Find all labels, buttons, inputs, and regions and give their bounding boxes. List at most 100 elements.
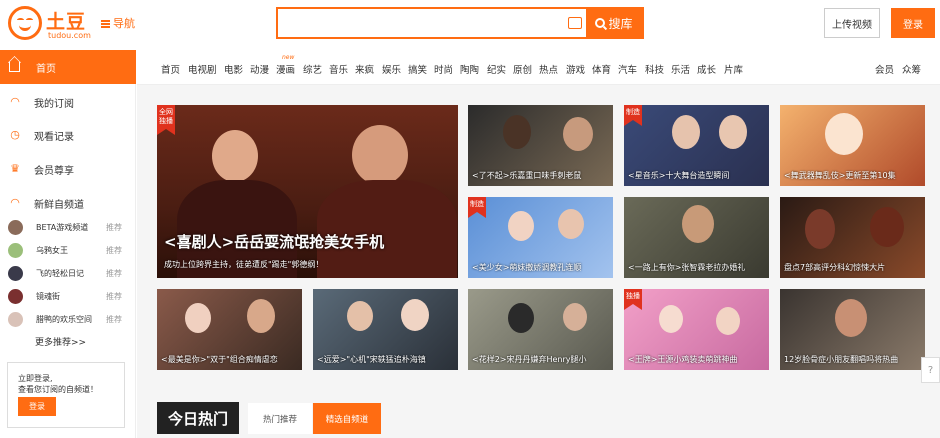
upload-image-search-icon[interactable] bbox=[568, 17, 582, 29]
video-tile[interactable]: <花样2>宋丹丹嫌弃Henry腿小 bbox=[468, 289, 613, 370]
member-link[interactable]: 会员 bbox=[875, 62, 894, 76]
channel-item[interactable]: 乌鸦女王 推荐 bbox=[0, 241, 136, 259]
tudou-logo[interactable]: 土豆 tudou.com bbox=[8, 4, 98, 44]
category-link[interactable]: 音乐 bbox=[329, 62, 348, 76]
category-link[interactable]: 纪实 bbox=[487, 62, 506, 76]
category-link[interactable]: 乐活 bbox=[671, 62, 690, 76]
category-link[interactable]: 陶陶 bbox=[460, 62, 479, 76]
sidebar-item-fresh-channels[interactable]: ◠ 新鲜自频道 bbox=[0, 193, 136, 213]
video-tile[interactable]: 12岁脸骨症小朋友翻唱吗将热曲 bbox=[780, 289, 925, 370]
channel-item[interactable]: 飞的轻松日记 推荐 bbox=[0, 264, 136, 282]
video-caption: <最美是你>"双于"组合痴情虐恋 bbox=[161, 355, 278, 364]
sidebar-item-subscriptions[interactable]: ◠ 我的订阅 bbox=[0, 92, 136, 112]
recommend-tag: 推荐 bbox=[106, 245, 122, 255]
sidebar-item-vip[interactable]: ♛ 会员尊享 bbox=[0, 159, 136, 179]
sidebar-item-label: 新鲜自频道 bbox=[34, 199, 84, 211]
avatar bbox=[8, 242, 23, 258]
logo-domain: tudou.com bbox=[48, 31, 91, 40]
login-button[interactable]: 登录 bbox=[891, 8, 935, 38]
video-tile[interactable]: <最美是你>"双于"组合痴情虐恋 bbox=[157, 289, 302, 370]
avatar bbox=[8, 265, 23, 281]
sidebar-item-label: 观看记录 bbox=[34, 131, 74, 143]
upload-video-button[interactable]: 上传视频 bbox=[824, 8, 880, 38]
category-link[interactable]: 电影 bbox=[224, 62, 243, 76]
recommend-tag: 推荐 bbox=[106, 268, 122, 278]
search-button[interactable]: 搜库 bbox=[586, 9, 642, 37]
sidebar-item-label: 会员尊享 bbox=[34, 165, 74, 177]
logo-face-icon bbox=[8, 6, 42, 40]
sidebar-item-home[interactable]: 首页 bbox=[0, 50, 136, 84]
channel-name: 乌鸦女王 bbox=[36, 245, 68, 255]
main-content: 全网独播 <喜剧人>岳岳耍流氓抢美女手机 成功上位跨界主持，徒弟遭反"踢走"郭德… bbox=[137, 85, 940, 438]
category-link[interactable]: 动漫 bbox=[250, 62, 269, 76]
avatar bbox=[8, 288, 23, 304]
category-link[interactable]: 汽车 bbox=[618, 62, 637, 76]
video-caption: <了不起>乐嘉重口味手刺老鼠 bbox=[472, 171, 582, 180]
category-link[interactable]: 娱乐 bbox=[382, 62, 401, 76]
login-prompt: 立即登录, 查看您订阅的自频道！ bbox=[18, 374, 98, 394]
category-link[interactable]: 电视剧 bbox=[188, 62, 217, 76]
category-link[interactable]: 体育 bbox=[592, 62, 611, 76]
channel-name: 镜魂街 bbox=[36, 291, 60, 301]
search-bar: 搜库 bbox=[276, 7, 644, 39]
video-caption: <花样2>宋丹丹嫌弃Henry腿小 bbox=[472, 355, 587, 364]
tab-featured-channels[interactable]: 精选自频道 bbox=[313, 403, 381, 434]
hamburger-icon bbox=[101, 20, 110, 28]
category-link[interactable]: 原创 bbox=[513, 62, 532, 76]
sidebar-login-box: 立即登录, 查看您订阅的自频道！ 登录 bbox=[7, 362, 125, 428]
nav-menu-button[interactable]: 导航 bbox=[101, 15, 135, 31]
hero-figure-head bbox=[352, 125, 408, 185]
channel-item[interactable]: BETA游戏频道 推荐 bbox=[0, 218, 136, 236]
category-link[interactable]: 时尚 bbox=[434, 62, 453, 76]
channel-item[interactable]: 镜魂街 推荐 bbox=[0, 287, 136, 305]
category-link[interactable]: 综艺 bbox=[303, 62, 322, 76]
sidebar-login-button[interactable]: 登录 bbox=[18, 397, 56, 416]
video-tile[interactable]: <远爱>"心机"宋轶猛追朴海镇 bbox=[313, 289, 458, 370]
channel-item[interactable]: 腊鸭的欢乐空间 推荐 bbox=[0, 310, 136, 328]
channel-name: 飞的轻松日记 bbox=[36, 268, 84, 278]
category-nav: 首页 电视剧 电影 动漫 new 漫画 综艺 音乐 来疯 娱乐 搞笑 时尚 陶陶… bbox=[137, 50, 940, 85]
category-link[interactable]: 科技 bbox=[645, 62, 664, 76]
rss-icon: ◠ bbox=[10, 196, 20, 209]
search-input[interactable] bbox=[282, 12, 552, 34]
sidebar: 首页 ◠ 我的订阅 ◷ 观看记录 ♛ 会员尊享 ◠ 新鲜自频道 BETA游戏频道… bbox=[0, 50, 136, 438]
video-tile[interactable]: 独播 <王牌>王源小鸡装卖萌跳神曲 bbox=[624, 289, 769, 370]
top-bar: 土豆 tudou.com 导航 搜库 上传视频 登录 bbox=[0, 0, 940, 48]
hero-video-tile[interactable]: 全网独播 <喜剧人>岳岳耍流氓抢美女手机 成功上位跨界主持，徒弟遭反"踢走"郭德… bbox=[157, 105, 458, 278]
video-tile[interactable]: <舞武器舞乱伎>更新至第10集 bbox=[780, 105, 925, 186]
help-button[interactable]: ? bbox=[921, 357, 940, 383]
crown-icon: ♛ bbox=[10, 162, 20, 175]
today-hot-title: 今日热门 bbox=[157, 402, 239, 434]
video-tile[interactable]: 制造 <星音乐>十大舞台造型瞬间 bbox=[624, 105, 769, 186]
home-icon bbox=[9, 62, 20, 72]
hero-title: <喜剧人>岳岳耍流氓抢美女手机 bbox=[164, 233, 385, 251]
new-badge: new bbox=[282, 54, 295, 61]
search-icon bbox=[595, 18, 606, 28]
crowdfunding-link[interactable]: 众筹 bbox=[902, 62, 921, 76]
rss-icon: ◠ bbox=[10, 95, 20, 108]
tab-hot-recommend[interactable]: 热门推荐 bbox=[248, 403, 312, 434]
hero-figure-head bbox=[212, 130, 258, 182]
recommend-tag: 推荐 bbox=[106, 291, 122, 301]
exclusive-ribbon: 制造 bbox=[468, 197, 486, 218]
video-tile[interactable]: <了不起>乐嘉重口味手刺老鼠 bbox=[468, 105, 613, 186]
video-caption: <星音乐>十大舞台造型瞬间 bbox=[628, 171, 730, 180]
video-tile[interactable]: 制造 <美少女>萌妹撒娇调教孔连顺 bbox=[468, 197, 613, 278]
video-caption: <舞武器舞乱伎>更新至第10集 bbox=[784, 171, 896, 180]
avatar bbox=[8, 219, 23, 235]
category-link[interactable]: 搞笑 bbox=[408, 62, 427, 76]
category-link[interactable]: 热点 bbox=[539, 62, 558, 76]
video-caption: 12岁脸骨症小朋友翻唱吗将热曲 bbox=[784, 355, 899, 364]
category-link[interactable]: 漫画 bbox=[276, 62, 295, 76]
video-tile[interactable]: 盘点7部高评分科幻惊悚大片 bbox=[780, 197, 925, 278]
video-tile[interactable]: <一路上有你>张智霖老拉办婚礼 bbox=[624, 197, 769, 278]
category-link[interactable]: 首页 bbox=[161, 62, 180, 76]
more-recommendations-link[interactable]: 更多推荐>> bbox=[35, 335, 86, 348]
category-link[interactable]: 来疯 bbox=[355, 62, 374, 76]
category-link[interactable]: 游戏 bbox=[566, 62, 585, 76]
channel-name: BETA游戏频道 bbox=[36, 222, 89, 232]
category-link[interactable]: 片库 bbox=[724, 62, 743, 76]
channel-name: 腊鸭的欢乐空间 bbox=[36, 314, 92, 324]
sidebar-item-history[interactable]: ◷ 观看记录 bbox=[0, 125, 136, 145]
category-link[interactable]: 成长 bbox=[697, 62, 716, 76]
